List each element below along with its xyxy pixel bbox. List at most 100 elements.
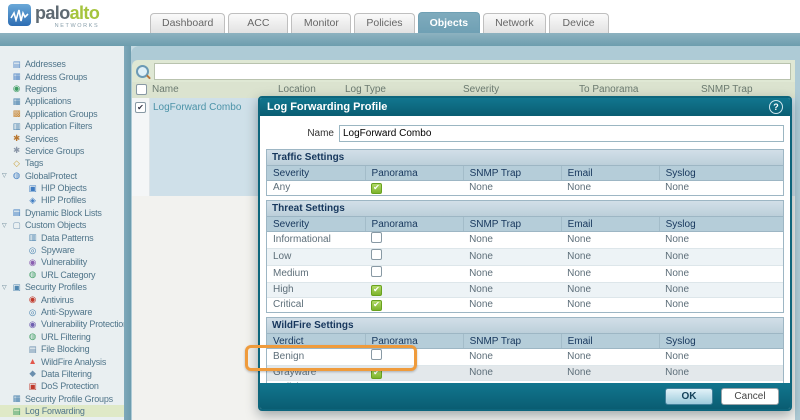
row-name-link[interactable]: LogForward Combo <box>153 102 241 113</box>
benign-syslog-value[interactable]: None <box>659 349 783 366</box>
sidebar-item-spyware[interactable]: ◎Spyware <box>0 244 124 256</box>
medium-email-value[interactable]: None <box>561 266 659 283</box>
tab-network[interactable]: Network <box>483 13 546 33</box>
sidebar-item-address-groups[interactable]: ▦Address Groups <box>0 70 124 82</box>
benign-email-value[interactable]: None <box>561 349 659 366</box>
high-snmp-trap-value[interactable]: None <box>463 283 561 298</box>
expand-triangle-icon[interactable]: ▽ <box>2 284 11 291</box>
help-icon[interactable]: ? <box>769 100 783 114</box>
column-header-log-type[interactable]: Log Type <box>345 84 386 95</box>
file-blocking-icon: ▤ <box>27 344 38 355</box>
sidebar-item-service-groups[interactable]: ✱Service Groups <box>0 145 124 157</box>
grayware-snmp-trap-value[interactable]: None <box>463 366 561 381</box>
sidebar-item-services[interactable]: ✱Services <box>0 132 124 144</box>
section-traffic-settings: Traffic SettingsSeverityPanoramaSNMP Tra… <box>266 149 784 196</box>
critical-syslog-value[interactable]: None <box>659 298 783 313</box>
medium-snmp-trap-value[interactable]: None <box>463 266 561 283</box>
tab-acc[interactable]: ACC <box>228 13 288 33</box>
any-panorama-cell[interactable]: ✔ <box>365 181 463 196</box>
sidebar-item-custom-objects[interactable]: ▽▢Custom Objects <box>0 219 124 231</box>
tab-dashboard[interactable]: Dashboard <box>150 13 225 33</box>
paloalto-logo: paloalto NETWORKS <box>8 4 99 30</box>
low-panorama-checkbox-unchecked[interactable] <box>371 249 382 260</box>
medium-panorama-checkbox-unchecked[interactable] <box>371 266 382 277</box>
low-email-value[interactable]: None <box>561 249 659 266</box>
row-label: High <box>267 283 365 298</box>
sidebar-item-label: Regions <box>25 84 57 94</box>
any-panorama-checkbox-checked[interactable]: ✔ <box>371 183 382 194</box>
informational-panorama-checkbox-unchecked[interactable] <box>371 232 382 243</box>
sidebar-item-addresses[interactable]: ▤Addresses <box>0 58 124 70</box>
high-panorama-cell[interactable]: ✔ <box>365 283 463 298</box>
grayware-email-value[interactable]: None <box>561 366 659 381</box>
any-syslog-value[interactable]: None <box>659 181 783 196</box>
sidebar-item-security-profiles[interactable]: ▽▣Security Profiles <box>0 281 124 293</box>
critical-snmp-trap-value[interactable]: None <box>463 298 561 313</box>
tab-objects[interactable]: Objects <box>418 12 481 33</box>
sidebar-item-vulnerability[interactable]: ◉Vulnerability <box>0 256 124 268</box>
column-header-snmp-trap[interactable]: SNMP Trap <box>701 84 753 95</box>
profile-name-input[interactable] <box>339 125 784 142</box>
select-all-checkbox[interactable] <box>136 84 147 95</box>
column-header-severity[interactable]: Severity <box>463 84 499 95</box>
column-header-email: Email <box>561 217 659 232</box>
informational-panorama-cell[interactable] <box>365 232 463 249</box>
medium-syslog-value[interactable]: None <box>659 266 783 283</box>
sidebar-item-label: Applications <box>25 96 71 106</box>
sidebar-item-dos-protection[interactable]: ▣DoS Protection <box>0 380 124 392</box>
high-email-value[interactable]: None <box>561 283 659 298</box>
regions-icon: ◉ <box>11 83 22 94</box>
sidebar-item-globalprotect[interactable]: ▽◍GlobalProtect <box>0 170 124 182</box>
sidebar-item-regions[interactable]: ◉Regions <box>0 83 124 95</box>
sidebar-item-tags[interactable]: ◇Tags <box>0 157 124 169</box>
search-input[interactable] <box>154 63 791 80</box>
section-title: Traffic Settings <box>267 150 783 166</box>
tab-monitor[interactable]: Monitor <box>291 13 351 33</box>
grayware-syslog-value[interactable]: None <box>659 366 783 381</box>
row-checkbox-checked[interactable]: ✔ <box>135 102 146 113</box>
low-panorama-cell[interactable] <box>365 249 463 266</box>
critical-panorama-checkbox-checked[interactable]: ✔ <box>371 300 382 311</box>
column-header-to-panorama[interactable]: To Panorama <box>579 84 638 95</box>
column-header-name[interactable]: Name <box>152 84 179 95</box>
any-snmp-trap-value[interactable]: None <box>463 181 561 196</box>
sidebar-item-data-patterns[interactable]: ▥Data Patterns <box>0 231 124 243</box>
critical-panorama-cell[interactable]: ✔ <box>365 298 463 313</box>
sidebar-item-url-filtering[interactable]: ◍URL Filtering <box>0 331 124 343</box>
any-email-value[interactable]: None <box>561 181 659 196</box>
sidebar-splitter[interactable] <box>124 46 131 420</box>
sidebar-item-url-category[interactable]: ◍URL Category <box>0 269 124 281</box>
sidebar-item-label: URL Filtering <box>41 332 91 342</box>
low-snmp-trap-value[interactable]: None <box>463 249 561 266</box>
tab-device[interactable]: Device <box>549 13 609 33</box>
high-panorama-checkbox-checked[interactable]: ✔ <box>371 285 382 296</box>
sidebar-item-log-forwarding[interactable]: ▤Log Forwarding <box>0 405 124 417</box>
sidebar-item-application-groups[interactable]: ▩Application Groups <box>0 108 124 120</box>
sidebar-item-data-filtering[interactable]: ◆Data Filtering <box>0 368 124 380</box>
sidebar-item-anti-spyware[interactable]: ◎Anti-Spyware <box>0 306 124 318</box>
sidebar-item-application-filters[interactable]: ▥Application Filters <box>0 120 124 132</box>
tab-policies[interactable]: Policies <box>354 13 414 33</box>
expand-triangle-icon[interactable]: ▽ <box>2 222 11 229</box>
sidebar-item-dynamic-block-lists[interactable]: ▤Dynamic Block Lists <box>0 207 124 219</box>
sidebar-item-hip-objects[interactable]: ▣HIP Objects <box>0 182 124 194</box>
sidebar-item-hip-profiles[interactable]: ◈HIP Profiles <box>0 194 124 206</box>
low-syslog-value[interactable]: None <box>659 249 783 266</box>
high-syslog-value[interactable]: None <box>659 283 783 298</box>
cancel-button[interactable]: Cancel <box>721 388 779 405</box>
sidebar-item-applications[interactable]: ▦Applications <box>0 95 124 107</box>
informational-email-value[interactable]: None <box>561 232 659 249</box>
informational-snmp-trap-value[interactable]: None <box>463 232 561 249</box>
expand-triangle-icon[interactable]: ▽ <box>2 172 11 179</box>
ok-button[interactable]: OK <box>665 388 713 405</box>
sidebar-item-security-profile-groups[interactable]: ▦Security Profile Groups <box>0 393 124 405</box>
sidebar-item-wildfire-analysis[interactable]: ▲WildFire Analysis <box>0 355 124 367</box>
informational-syslog-value[interactable]: None <box>659 232 783 249</box>
medium-panorama-cell[interactable] <box>365 266 463 283</box>
column-header-location[interactable]: Location <box>278 84 316 95</box>
sidebar-item-vulnerability-protection[interactable]: ◉Vulnerability Protection <box>0 318 124 330</box>
benign-snmp-trap-value[interactable]: None <box>463 349 561 366</box>
sidebar-item-file-blocking[interactable]: ▤File Blocking <box>0 343 124 355</box>
critical-email-value[interactable]: None <box>561 298 659 313</box>
sidebar-item-antivirus[interactable]: ◉Antivirus <box>0 293 124 305</box>
